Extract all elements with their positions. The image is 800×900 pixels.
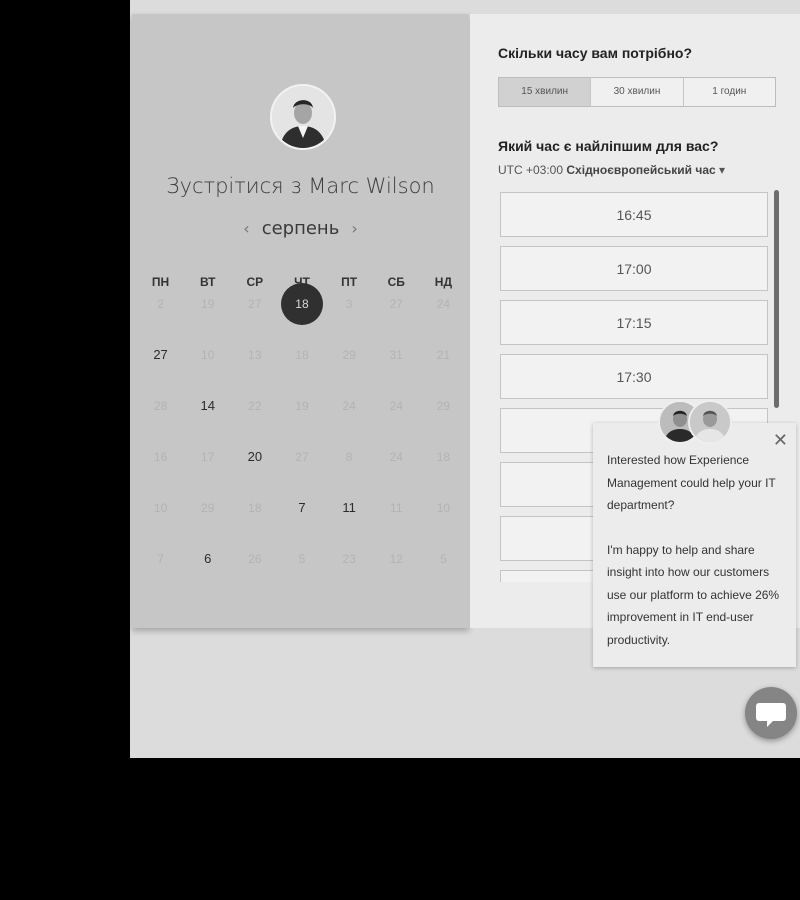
calendar-week-row: 10 29 18 7 11 11 10 <box>137 496 467 547</box>
calendar-day: 18 <box>248 501 262 515</box>
calendar-day[interactable]: 27 <box>137 343 184 394</box>
meet-title: Зустрітися з Marc Wilson <box>166 174 435 198</box>
time-slot-button[interactable]: 17:15 <box>500 300 768 345</box>
duration-selector: 15 хвилин 30 хвилин 1 годин <box>498 77 776 107</box>
calendar-day: 7 <box>157 552 164 566</box>
agent-avatar-2 <box>688 400 732 444</box>
calendar-day: 27 <box>248 297 262 311</box>
time-slot-button[interactable]: 17:30 <box>500 354 768 399</box>
calendar-day[interactable]: 7 <box>278 496 325 547</box>
calendar-day: 21 <box>436 348 451 362</box>
calendar-day[interactable]: 20 <box>231 445 278 496</box>
weekday-label: СР <box>246 275 264 289</box>
weekday-label: СБ <box>387 275 405 289</box>
calendar-week-row: 27 10 13 18 29 31 21 <box>137 343 467 394</box>
calendar-day: 3 <box>345 297 353 311</box>
calendar-week-row: 7 6 26 5 23 12 5 <box>137 547 467 598</box>
calendar-day: 18 <box>295 348 309 362</box>
calendar-day: 29 <box>201 501 215 515</box>
month-navigator: ‹ серпень › <box>132 218 469 239</box>
calendar-day: 24 <box>389 450 403 464</box>
calendar-day: 10 <box>201 348 215 362</box>
calendar-day: 5 <box>298 552 306 566</box>
slot-list-scrollbar[interactable] <box>774 190 779 408</box>
time-slot-button[interactable]: 16:45 <box>500 192 768 237</box>
duration-option[interactable]: 30 хвилин <box>591 78 684 106</box>
calendar-day: 24 <box>389 399 403 413</box>
calendar-days: 2 19 27 18 3 27 24 27 10 13 18 29 31 21 28 14 22 19 24 24 29… <box>137 283 467 598</box>
next-month-arrow[interactable]: › <box>339 219 369 238</box>
popup-message: Interested how Experience Management cou… <box>607 449 785 673</box>
popup-paragraph-2: I'm happy to help and share insight into… <box>607 542 780 647</box>
calendar-week-row: 16 17 20 27 8 24 18 <box>137 445 467 496</box>
calendar-day: 16 <box>153 450 168 464</box>
calendar-day: 19 <box>295 399 309 413</box>
calendar-day[interactable]: 11 <box>326 496 373 547</box>
calendar-day: 11 <box>390 501 403 515</box>
calendar-panel: Зустрітися з Marc Wilson ‹ серпень › ПН ВТ С… <box>132 14 469 628</box>
timezone-selector[interactable]: UTC +03:00 Східноєвропейський час ▾ <box>498 163 725 177</box>
timezone-offset: UTC +03:00 <box>498 163 564 177</box>
calendar-day: 28 <box>153 399 168 413</box>
calendar-day: 10 <box>153 501 168 515</box>
duration-option[interactable]: 1 годин <box>684 78 775 106</box>
calendar-day: 13 <box>248 348 262 362</box>
calendar-week-row: 2 19 27 18 3 27 24 <box>137 283 467 343</box>
calendar-day: 29 <box>342 348 356 362</box>
time-slot-button[interactable]: 17:00 <box>500 246 768 291</box>
calendar-day: 19 <box>201 297 215 311</box>
calendar-day: 23 <box>342 552 356 566</box>
calendar-week-row: 28 14 22 19 24 24 29 <box>137 394 467 445</box>
calendar-day: 26 <box>248 552 262 566</box>
calendar-day: 5 <box>440 552 447 566</box>
prev-month-arrow[interactable]: ‹ <box>231 219 261 238</box>
popup-paragraph-1: Interested how Experience Management cou… <box>607 453 776 512</box>
duration-option[interactable]: 15 хвилин <box>499 78 592 106</box>
calendar-grid: ПН ВТ СР ЧТ ПТ СБ НД 2 19 27 18 3 27 24 27 10 13 18 29 31 2… <box>137 272 467 598</box>
calendar-day: 24 <box>436 297 451 311</box>
weekday-label: ПТ <box>341 275 358 289</box>
calendar-day: 27 <box>295 450 309 464</box>
weekday-label: ВТ <box>199 275 216 289</box>
close-icon[interactable]: ✕ <box>773 431 788 449</box>
calendar-day: 12 <box>389 552 403 566</box>
calendar-day: 24 <box>342 399 356 413</box>
chat-launcher-button[interactable] <box>745 687 797 739</box>
calendar-day-selected[interactable]: 18 <box>278 283 325 343</box>
caret-down-icon: ▾ <box>719 163 726 177</box>
time-question: Який час є найліпшим для вас? <box>498 138 719 154</box>
calendar-day: 17 <box>201 450 215 464</box>
calendar-day: 10 <box>436 501 451 515</box>
calendar-day: 18 <box>436 450 451 464</box>
selected-day-number: 18 <box>280 283 323 325</box>
calendar-day: 29 <box>436 399 451 413</box>
weekday-label: ПН <box>151 275 170 289</box>
host-avatar <box>270 84 336 150</box>
calendar-day[interactable]: 14 <box>184 394 231 445</box>
month-label: серпень <box>261 218 340 239</box>
duration-question: Скільки часу вам потрібно? <box>498 45 693 61</box>
calendar-day: 27 <box>389 297 403 311</box>
calendar-day: 2 <box>157 297 164 311</box>
agent-avatars <box>658 400 732 446</box>
weekday-label: НД <box>434 275 453 289</box>
chat-bubble-icon <box>756 703 786 727</box>
calendar-day: 8 <box>345 450 353 464</box>
calendar-day[interactable]: 6 <box>184 547 231 598</box>
calendar-day: 31 <box>389 348 403 362</box>
timezone-name: Східноєвропейський час <box>566 163 716 177</box>
chat-popup: ✕ Interested how Experience Management c… <box>593 423 796 667</box>
calendar-day: 22 <box>248 399 262 413</box>
